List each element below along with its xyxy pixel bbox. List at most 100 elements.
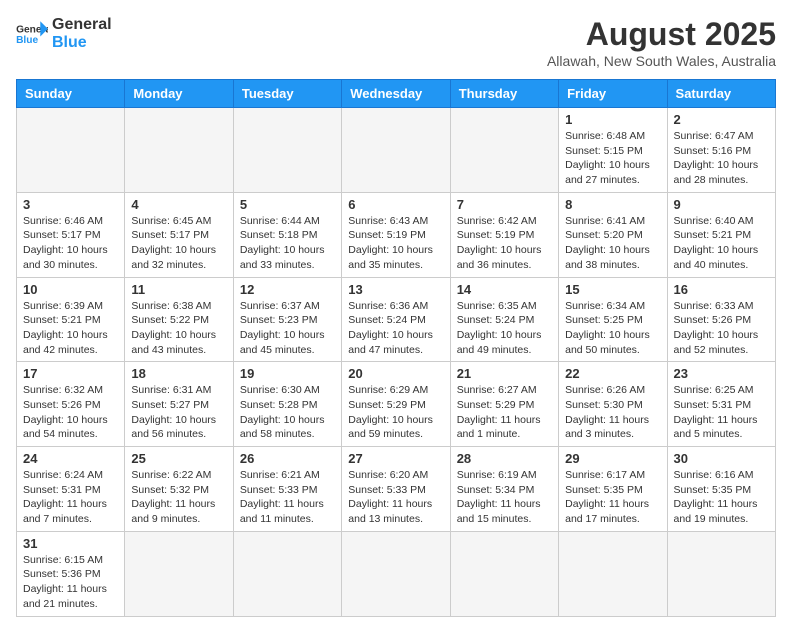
- weekday-header-monday: Monday: [125, 80, 233, 108]
- title-area: August 2025 Allawah, New South Wales, Au…: [547, 16, 776, 69]
- day-info: Sunrise: 6:42 AM Sunset: 5:19 PM Dayligh…: [457, 214, 552, 273]
- calendar-cell: 23 Sunrise: 6:25 AM Sunset: 5:31 PM Dayli…: [667, 362, 775, 447]
- calendar-cell: 28 Sunrise: 6:19 AM Sunset: 5:34 PM Dayli…: [450, 447, 558, 532]
- location-title: Allawah, New South Wales, Australia: [547, 53, 776, 69]
- calendar-cell: 3 Sunrise: 6:46 AM Sunset: 5:17 PM Daylig…: [17, 192, 125, 277]
- weekday-header-friday: Friday: [559, 80, 667, 108]
- page-header: General Blue General Blue August 2025 Al…: [16, 16, 776, 69]
- calendar-cell: 13 Sunrise: 6:36 AM Sunset: 5:24 PM Dayli…: [342, 277, 450, 362]
- day-info: Sunrise: 6:33 AM Sunset: 5:26 PM Dayligh…: [674, 299, 769, 358]
- calendar-cell: 2 Sunrise: 6:47 AM Sunset: 5:16 PM Daylig…: [667, 108, 775, 193]
- day-info: Sunrise: 6:43 AM Sunset: 5:19 PM Dayligh…: [348, 214, 443, 273]
- weekday-header-sunday: Sunday: [17, 80, 125, 108]
- day-info: Sunrise: 6:20 AM Sunset: 5:33 PM Dayligh…: [348, 468, 443, 527]
- day-number: 13: [348, 282, 443, 297]
- day-info: Sunrise: 6:48 AM Sunset: 5:15 PM Dayligh…: [565, 129, 660, 188]
- day-number: 2: [674, 112, 769, 127]
- calendar-cell: 19 Sunrise: 6:30 AM Sunset: 5:28 PM Dayli…: [233, 362, 341, 447]
- calendar-cell: 25Sunrise: 6:22 AM Sunset: 5:32 PM Dayli…: [125, 447, 233, 532]
- day-number: 11: [131, 282, 226, 297]
- calendar-week-row: 10Sunrise: 6:39 AM Sunset: 5:21 PM Dayli…: [17, 277, 776, 362]
- day-info: Sunrise: 6:44 AM Sunset: 5:18 PM Dayligh…: [240, 214, 335, 273]
- day-number: 26: [240, 451, 335, 466]
- day-number: 17: [23, 366, 118, 381]
- day-info: Sunrise: 6:34 AM Sunset: 5:25 PM Dayligh…: [565, 299, 660, 358]
- svg-text:Blue: Blue: [16, 35, 38, 46]
- calendar-cell: 4 Sunrise: 6:45 AM Sunset: 5:17 PM Daylig…: [125, 192, 233, 277]
- calendar-cell: [125, 531, 233, 616]
- calendar-cell: 20 Sunrise: 6:29 AM Sunset: 5:29 PM Dayli…: [342, 362, 450, 447]
- calendar-cell: 1 Sunrise: 6:48 AM Sunset: 5:15 PM Daylig…: [559, 108, 667, 193]
- day-number: 8: [565, 197, 660, 212]
- calendar-cell: [17, 108, 125, 193]
- day-info: Sunrise: 6:17 AM Sunset: 5:35 PM Dayligh…: [565, 468, 660, 527]
- day-number: 19: [240, 366, 335, 381]
- calendar-cell: [233, 531, 341, 616]
- day-number: 25: [131, 451, 226, 466]
- calendar-cell: 22 Sunrise: 6:26 AM Sunset: 5:30 PM Dayli…: [559, 362, 667, 447]
- day-info: Sunrise: 6:46 AM Sunset: 5:17 PM Dayligh…: [23, 214, 118, 273]
- calendar-cell: 18Sunrise: 6:31 AM Sunset: 5:27 PM Dayli…: [125, 362, 233, 447]
- day-info: Sunrise: 6:40 AM Sunset: 5:21 PM Dayligh…: [674, 214, 769, 273]
- calendar-week-row: 17Sunrise: 6:32 AM Sunset: 5:26 PM Dayli…: [17, 362, 776, 447]
- day-number: 4: [131, 197, 226, 212]
- day-info: Sunrise: 6:30 AM Sunset: 5:28 PM Dayligh…: [240, 383, 335, 442]
- day-info: Sunrise: 6:26 AM Sunset: 5:30 PM Dayligh…: [565, 383, 660, 442]
- day-number: 9: [674, 197, 769, 212]
- calendar-cell: 11 Sunrise: 6:38 AM Sunset: 5:22 PM Dayli…: [125, 277, 233, 362]
- day-number: 21: [457, 366, 552, 381]
- day-number: 18: [131, 366, 226, 381]
- day-info: Sunrise: 6:47 AM Sunset: 5:16 PM Dayligh…: [674, 129, 769, 188]
- calendar-week-row: 3 Sunrise: 6:46 AM Sunset: 5:17 PM Daylig…: [17, 192, 776, 277]
- calendar-cell: 8 Sunrise: 6:41 AM Sunset: 5:20 PM Daylig…: [559, 192, 667, 277]
- day-info: Sunrise: 6:16 AM Sunset: 5:35 PM Dayligh…: [674, 468, 769, 527]
- calendar-cell: 6Sunrise: 6:43 AM Sunset: 5:19 PM Daylig…: [342, 192, 450, 277]
- logo-general-text: General: [52, 16, 112, 34]
- calendar-cell: 27 Sunrise: 6:20 AM Sunset: 5:33 PM Dayli…: [342, 447, 450, 532]
- day-number: 27: [348, 451, 443, 466]
- weekday-header-tuesday: Tuesday: [233, 80, 341, 108]
- calendar-cell: 17Sunrise: 6:32 AM Sunset: 5:26 PM Dayli…: [17, 362, 125, 447]
- calendar-cell: 29 Sunrise: 6:17 AM Sunset: 5:35 PM Dayli…: [559, 447, 667, 532]
- day-number: 14: [457, 282, 552, 297]
- day-number: 22: [565, 366, 660, 381]
- day-number: 1: [565, 112, 660, 127]
- day-number: 30: [674, 451, 769, 466]
- day-number: 5: [240, 197, 335, 212]
- day-number: 29: [565, 451, 660, 466]
- calendar-cell: 12Sunrise: 6:37 AM Sunset: 5:23 PM Dayli…: [233, 277, 341, 362]
- day-info: Sunrise: 6:15 AM Sunset: 5:36 PM Dayligh…: [23, 553, 118, 612]
- day-number: 20: [348, 366, 443, 381]
- day-info: Sunrise: 6:41 AM Sunset: 5:20 PM Dayligh…: [565, 214, 660, 273]
- day-number: 23: [674, 366, 769, 381]
- calendar-week-row: 24 Sunrise: 6:24 AM Sunset: 5:31 PM Dayli…: [17, 447, 776, 532]
- day-info: Sunrise: 6:25 AM Sunset: 5:31 PM Dayligh…: [674, 383, 769, 442]
- calendar-cell: [450, 531, 558, 616]
- weekday-header-wednesday: Wednesday: [342, 80, 450, 108]
- calendar-cell: [125, 108, 233, 193]
- calendar-cell: 9 Sunrise: 6:40 AM Sunset: 5:21 PM Daylig…: [667, 192, 775, 277]
- day-number: 15: [565, 282, 660, 297]
- logo: General Blue General Blue: [16, 16, 112, 51]
- weekday-header-thursday: Thursday: [450, 80, 558, 108]
- calendar-cell: 10Sunrise: 6:39 AM Sunset: 5:21 PM Dayli…: [17, 277, 125, 362]
- calendar-cell: 24 Sunrise: 6:24 AM Sunset: 5:31 PM Dayli…: [17, 447, 125, 532]
- day-number: 3: [23, 197, 118, 212]
- calendar-cell: [342, 108, 450, 193]
- calendar-cell: [667, 531, 775, 616]
- day-number: 28: [457, 451, 552, 466]
- day-info: Sunrise: 6:45 AM Sunset: 5:17 PM Dayligh…: [131, 214, 226, 273]
- calendar-cell: [450, 108, 558, 193]
- calendar-cell: [233, 108, 341, 193]
- day-number: 24: [23, 451, 118, 466]
- day-info: Sunrise: 6:38 AM Sunset: 5:22 PM Dayligh…: [131, 299, 226, 358]
- calendar-week-row: 31Sunrise: 6:15 AM Sunset: 5:36 PM Dayli…: [17, 531, 776, 616]
- calendar-cell: 26 Sunrise: 6:21 AM Sunset: 5:33 PM Dayli…: [233, 447, 341, 532]
- day-info: Sunrise: 6:24 AM Sunset: 5:31 PM Dayligh…: [23, 468, 118, 527]
- day-info: Sunrise: 6:19 AM Sunset: 5:34 PM Dayligh…: [457, 468, 552, 527]
- day-info: Sunrise: 6:29 AM Sunset: 5:29 PM Dayligh…: [348, 383, 443, 442]
- day-info: Sunrise: 6:21 AM Sunset: 5:33 PM Dayligh…: [240, 468, 335, 527]
- day-info: Sunrise: 6:36 AM Sunset: 5:24 PM Dayligh…: [348, 299, 443, 358]
- calendar-cell: 30 Sunrise: 6:16 AM Sunset: 5:35 PM Dayli…: [667, 447, 775, 532]
- calendar-cell: 21Sunrise: 6:27 AM Sunset: 5:29 PM Dayli…: [450, 362, 558, 447]
